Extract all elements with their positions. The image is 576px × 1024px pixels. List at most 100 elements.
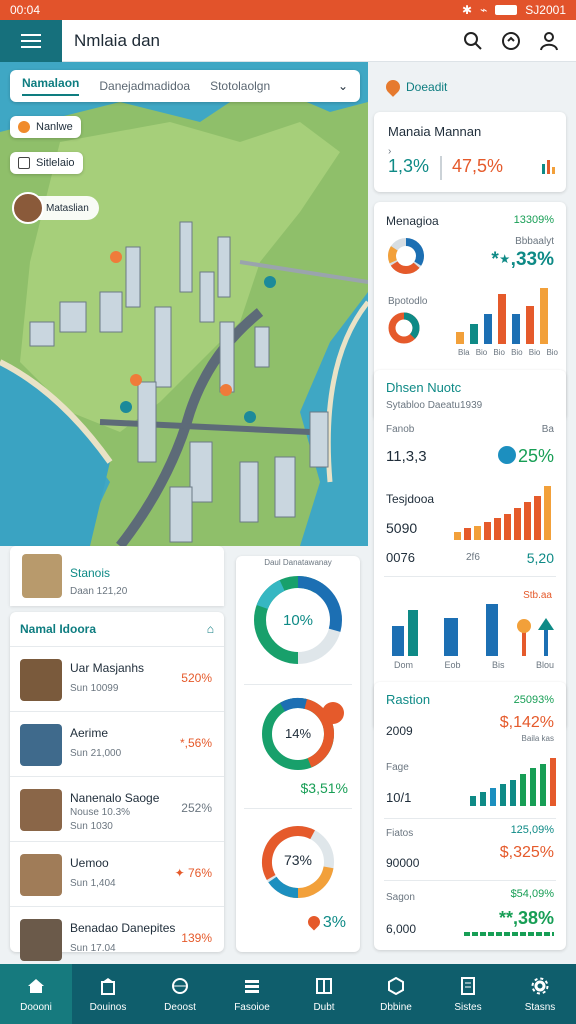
list-item[interactable]: Benadao Danepites Sun 17.04 139%	[10, 906, 224, 971]
map-tabs: Namalaon Danejadmadidoa Stotolaolgn ⌄	[10, 70, 360, 102]
list-item[interactable]: Uemoo Sun 1,404 ✦ 76%	[10, 841, 224, 906]
row-c-value: 90000	[386, 856, 420, 870]
app-actions	[462, 30, 576, 52]
document-icon	[458, 976, 478, 996]
gear-icon	[530, 976, 550, 996]
donut-2-value: 14%	[284, 726, 312, 741]
nav-item-5[interactable]: Dubt	[288, 964, 360, 1024]
stat-card-3-title: Dhsen Nuotc	[386, 380, 462, 395]
cube-icon	[386, 976, 406, 996]
place-header-card[interactable]: Stanois Daan 121,20	[10, 546, 224, 606]
nav-item-2[interactable]: Douinos	[72, 964, 144, 1024]
places-list: Namal Idoora ⌂ Uar Masjanhs Sun 10099 52…	[10, 612, 224, 961]
menu-button[interactable]	[0, 19, 62, 62]
row-a-label: 2009	[386, 724, 413, 738]
nav-item-3[interactable]: Deoost	[144, 964, 216, 1024]
nav-item-home[interactable]: Doooni	[0, 964, 72, 1024]
tab-map-third[interactable]: Stotolaolgn	[210, 79, 270, 93]
places-header-label: Namal Idoora	[20, 622, 97, 636]
stat-card-3[interactable]: Dhsen Nuotc Sytabloo Daeatu1939 Fanob Ba…	[374, 370, 566, 730]
place-sub-2: Sun 1030	[70, 821, 113, 832]
stat-card-2-top-value: 13309%	[513, 214, 554, 226]
stat-card-1-title: Manaia Mannan	[388, 124, 482, 139]
donut-3-sub: 3%	[322, 914, 346, 931]
status-icons: ✱ ⌁ SJ2001	[462, 3, 566, 17]
signal-icon: ⌁	[480, 3, 488, 17]
battery-icon	[495, 5, 518, 15]
donut-stats-card[interactable]: Daul Danatawanay 10% 14% $3,51% 73% 3%	[236, 556, 360, 952]
row-d-top: $54,09%	[510, 888, 554, 900]
row1-label: Fanob	[386, 424, 415, 435]
row2b-value: 0076	[386, 550, 415, 565]
donut-2-badge-icon	[322, 702, 344, 724]
row2-value: 5090	[386, 520, 418, 536]
home-outline-icon[interactable]: ⌂	[207, 622, 214, 636]
building-icon	[98, 976, 118, 996]
chevron-down-icon[interactable]: ⌄	[338, 79, 348, 93]
map-layer-chip[interactable]: Sitlelaio	[10, 152, 83, 174]
place-value: 139%	[181, 931, 212, 945]
row-a-value: $,142%	[499, 714, 554, 731]
status-bar: 00:04 ✱ ⌁ SJ2001	[0, 0, 576, 20]
right-header-badge: Doeadit	[383, 77, 448, 97]
places-header: Namal Idoora ⌂	[10, 612, 224, 646]
refresh-icon[interactable]	[500, 30, 522, 52]
nav-item-4[interactable]: Fasoioe	[216, 964, 288, 1024]
book-icon	[314, 976, 334, 996]
stat-card-1-value-a: 1,3%	[388, 156, 430, 176]
right-header-label: Doeadit	[406, 80, 448, 94]
stat-card-3-subtitle: Sytabloo Daeatu1939	[386, 400, 483, 411]
list-item[interactable]: Nanenalo Saoge Nouse 10.3% Sun 1030 252%	[10, 776, 224, 841]
donut-3-value: 73%	[283, 852, 313, 868]
map-callout[interactable]: Mataslian	[12, 192, 99, 224]
home-icon	[26, 976, 46, 996]
row1-pct: 25%	[517, 446, 554, 466]
stat-card-4[interactable]: Rastion 25093% 2009 $,142% Baila kas Fag…	[374, 682, 566, 950]
card3-x-labels: Dom Eob Bis Blou	[394, 660, 554, 670]
nav-item-6[interactable]: Dbbine	[360, 964, 432, 1024]
list-item[interactable]: Uar Masjanhs Sun 10099 520%	[10, 646, 224, 711]
row2b-right: 5,20	[526, 550, 554, 566]
map-filter-chip[interactable]: Nanlwe	[10, 116, 81, 138]
place-image	[20, 854, 62, 896]
row-a-small: Baila kas	[521, 734, 554, 743]
map-callout-label: Mataslian	[46, 202, 89, 214]
tab-map-second[interactable]: Danejadmadidoa	[99, 79, 190, 93]
nav-item-7[interactable]: Sistes	[432, 964, 504, 1024]
stat-card-1[interactable]: Manaia Mannan › 1,3% 47,5%	[374, 112, 566, 192]
stat-card-4-top: 25093%	[513, 694, 554, 706]
place-sub: Nouse 10.3%	[70, 807, 131, 818]
bar-chart-card-3b	[392, 604, 554, 656]
stat-card-2-title: Menagioa	[386, 214, 439, 228]
stat-card-2-big: *⋆,33%	[491, 249, 554, 270]
place-sub: Sun 10099	[70, 683, 119, 694]
row2b-mid: 2f6	[466, 552, 480, 563]
place-image	[20, 724, 62, 766]
place-sub: Sun 21,000	[70, 748, 122, 759]
bar-chart-card-2	[456, 288, 548, 344]
place-value: ✦ 76%	[174, 866, 212, 880]
place-name: Uar Masjanhs	[70, 661, 145, 675]
user-icon[interactable]	[538, 30, 560, 52]
place-value: 520%	[181, 671, 212, 685]
row1-small: Ba	[541, 424, 554, 435]
bottom-nav: Doooni Douinos Deoost Fasoioe Dubt Dbbin…	[0, 964, 576, 1024]
row-c-label: Fiatos	[386, 828, 414, 839]
nav-item-settings[interactable]: Stasns	[504, 964, 576, 1024]
list-item[interactable]: Aerime Sun 21,000 *,56%	[10, 711, 224, 776]
search-icon[interactable]	[462, 30, 484, 52]
place-name: Benadao Danepites	[70, 921, 176, 935]
row-d-label: Sagon	[386, 892, 415, 903]
place-image	[20, 919, 62, 961]
map-chip-label: Nanlwe	[36, 121, 73, 133]
tab-map-first[interactable]: Namalaon	[22, 76, 80, 96]
pin-icon	[383, 77, 403, 97]
row2-label: Tesjdooa	[386, 492, 435, 506]
place-thumbnail	[22, 554, 62, 598]
row-b-label: Fage	[386, 762, 409, 773]
place-sub: Daan 121,20	[70, 586, 128, 597]
stat-card-4-title: Rastion	[386, 692, 431, 707]
filter-dot-icon	[18, 121, 30, 133]
donut-caption: Daul Danatawanay	[264, 558, 332, 567]
place-name: Aerime	[70, 726, 109, 740]
